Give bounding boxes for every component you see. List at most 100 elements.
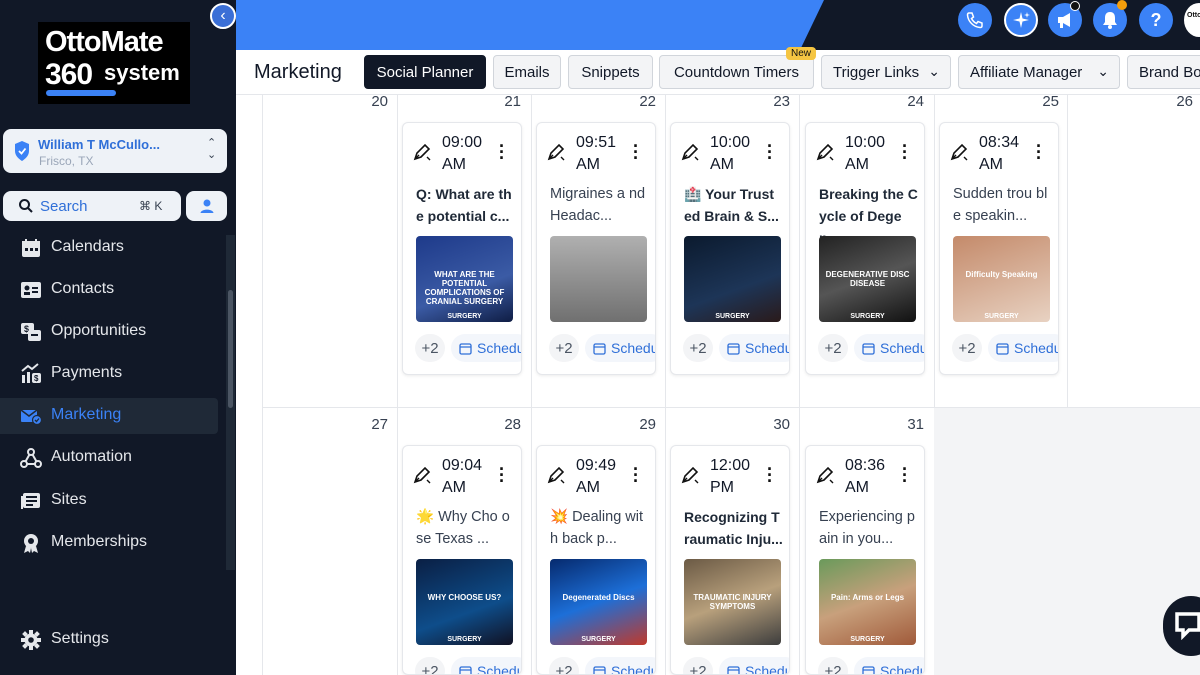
calendar-icon: [22, 239, 40, 257]
tab-affiliate-manager[interactable]: Affiliate Manager ⌄: [958, 55, 1120, 89]
user-profile-button[interactable]: [186, 191, 227, 221]
sidebar-item-memberships[interactable]: Memberships: [0, 525, 218, 561]
more-platforms-count[interactable]: +2: [683, 657, 713, 674]
calendar-small-icon: [459, 665, 472, 674]
scheduled-status[interactable]: Schedu: [585, 334, 655, 362]
chevron-updown-icon: ⌃ ⌄: [207, 137, 217, 161]
more-options-icon[interactable]: · · ·: [499, 460, 505, 490]
sidebar-item-opportunities[interactable]: $ Opportunities: [0, 314, 218, 350]
phone-button[interactable]: [958, 3, 992, 37]
sidebar-item-label: Opportunities: [51, 322, 147, 339]
ai-assistant-button[interactable]: [1004, 3, 1038, 37]
social-post-card[interactable]: 09:51 AM · · · Migraines a nd Headac... +2 Sche…: [536, 122, 656, 375]
scheduled-status[interactable]: Schedu: [854, 657, 924, 674]
sidebar-item-automation[interactable]: Automation: [0, 440, 218, 476]
day-number: 20: [371, 93, 388, 110]
scheduled-status[interactable]: Schedu: [854, 334, 924, 362]
more-options-icon[interactable]: · · ·: [767, 137, 773, 167]
tab-countdown-timers[interactable]: Countdown Timers: [659, 55, 814, 89]
post-thumbnail[interactable]: SURGERY: [684, 236, 781, 322]
calendar-small-icon: [862, 342, 875, 355]
location-name: William T McCullo...: [38, 137, 160, 152]
collapse-sidebar-button[interactable]: ‹: [210, 3, 236, 29]
post-thumbnail[interactable]: [550, 236, 647, 322]
scheduled-label: Schedu: [477, 663, 522, 675]
app-logo[interactable]: OttoMate 360 system: [38, 22, 190, 104]
scheduled-status[interactable]: Schedu: [988, 334, 1059, 362]
chevron-down-icon: ⌄: [1097, 63, 1109, 79]
post-thumbnail[interactable]: Pain: Arms or Legs SURGERY: [819, 559, 916, 645]
social-post-card[interactable]: 09:04 AM · · · 🌟 Why Cho ose Texas ... WHY CHO…: [402, 445, 522, 675]
day-number: 24: [907, 93, 924, 110]
more-options-icon[interactable]: · · ·: [633, 137, 639, 167]
more-options-icon[interactable]: · · ·: [499, 137, 505, 167]
post-time-ampm: AM: [442, 479, 466, 496]
sidebar-item-settings[interactable]: Settings: [0, 622, 218, 658]
post-thumbnail[interactable]: DEGENERATIVE DISC DISEASE SURGERY: [819, 236, 916, 322]
sidebar-item-label: Payments: [51, 364, 123, 381]
scheduled-status[interactable]: Schedu: [719, 657, 789, 674]
sidebar-scrollbar[interactable]: [228, 290, 233, 408]
post-thumbnail[interactable]: TRAUMATIC INJURY SYMPTOMS: [684, 559, 781, 645]
more-platforms-count[interactable]: +2: [415, 657, 445, 674]
social-post-card[interactable]: 09:49 AM · · · 💥 Dealing with back p... Degene…: [536, 445, 656, 675]
social-post-card[interactable]: 08:34 AM · · · Sudden trou ble speakin... Diff…: [939, 122, 1059, 375]
notification-dot: [1117, 0, 1127, 10]
more-platforms-count[interactable]: +2: [415, 334, 445, 362]
more-options-icon[interactable]: · · ·: [902, 460, 908, 490]
more-options-icon[interactable]: · · ·: [633, 460, 639, 490]
post-pen-icon: [816, 466, 834, 484]
scheduled-status[interactable]: Schedu: [585, 657, 655, 674]
scheduled-status[interactable]: Schedu: [719, 334, 789, 362]
social-post-card[interactable]: 10:00 AM · · · 🏥 Your Trust ed Brain & S... SU…: [670, 122, 790, 375]
grid-line: [799, 95, 800, 675]
social-post-card[interactable]: 12:00 PM · · · Recognizing T raumatic Inju...…: [670, 445, 790, 675]
more-options-icon[interactable]: · · ·: [902, 137, 908, 167]
sidebar-item-sites[interactable]: Sites: [0, 483, 218, 519]
sidebar-item-label: Sites: [51, 491, 87, 508]
more-platforms-count[interactable]: +2: [549, 334, 579, 362]
sidebar-item-marketing[interactable]: Marketing: [0, 398, 218, 434]
more-platforms-count[interactable]: +2: [549, 657, 579, 674]
tab-emails[interactable]: Emails: [493, 55, 561, 89]
tab-snippets[interactable]: Snippets: [568, 55, 653, 89]
search-button[interactable]: Search ⌘ K: [3, 191, 181, 221]
sidebar-item-payments[interactable]: $ Payments: [0, 356, 218, 392]
more-platforms-count[interactable]: +2: [818, 334, 848, 362]
opportunities-icon: $: [21, 323, 41, 341]
post-time-value: 09:49: [576, 457, 617, 474]
scheduled-status[interactable]: Schedu: [451, 334, 521, 362]
post-thumbnail[interactable]: Difficulty Speaking SURGERY: [953, 236, 1050, 322]
more-options-icon[interactable]: · · ·: [1036, 137, 1042, 167]
location-switcher[interactable]: William T McCullo... Frisco, TX ⌃ ⌄: [3, 129, 227, 173]
help-button[interactable]: ?: [1139, 3, 1173, 37]
post-text: 💥 Dealing with back p...: [550, 509, 644, 547]
location-pin-icon: [15, 141, 29, 161]
post-thumbnail[interactable]: WHY CHOOSE US? SURGERY: [416, 559, 513, 645]
sidebar-item-contacts[interactable]: Contacts: [0, 272, 218, 308]
post-thumbnail[interactable]: Degenerated Discs SURGERY: [550, 559, 647, 645]
day-number: 25: [1042, 93, 1059, 110]
social-post-card[interactable]: 09:00 AM · · · Q: What are th e potential c..…: [402, 122, 522, 375]
calendar-small-icon: [459, 342, 472, 355]
more-options-icon[interactable]: · · ·: [767, 460, 773, 490]
automation-icon: [20, 448, 42, 468]
scheduled-status[interactable]: Schedu: [451, 657, 522, 675]
more-platforms-count[interactable]: +2: [683, 334, 713, 362]
post-text: Q: What are th e potential c...: [416, 186, 512, 224]
social-post-card[interactable]: 08:36 AM · · · Experiencing pain in you... Pai…: [805, 445, 925, 675]
tab-social-planner[interactable]: Social Planner: [364, 55, 486, 89]
gear-icon: [21, 630, 41, 650]
social-post-card[interactable]: 10:00AM···Breaking the C ycle of Degen..…: [805, 122, 925, 375]
tab-trigger-links[interactable]: Trigger Links ⌄: [821, 55, 951, 89]
post-time: 09:04 AM: [442, 455, 482, 499]
thumbnail-caption: WHY CHOOSE US?: [427, 593, 502, 602]
more-platforms-count[interactable]: +2: [952, 334, 982, 362]
post-thumbnail[interactable]: WHAT ARE THE POTENTIAL COMPLICATIONS OF …: [416, 236, 513, 322]
calendar-small-icon: [727, 665, 740, 674]
scheduled-label: Schedu: [1014, 340, 1059, 356]
sidebar-item-calendars[interactable]: Calendars: [0, 230, 218, 266]
more-platforms-count[interactable]: +2: [818, 657, 848, 674]
post-pen-icon: [547, 466, 565, 484]
tab-brand-boards[interactable]: Brand Bo: [1127, 55, 1200, 89]
